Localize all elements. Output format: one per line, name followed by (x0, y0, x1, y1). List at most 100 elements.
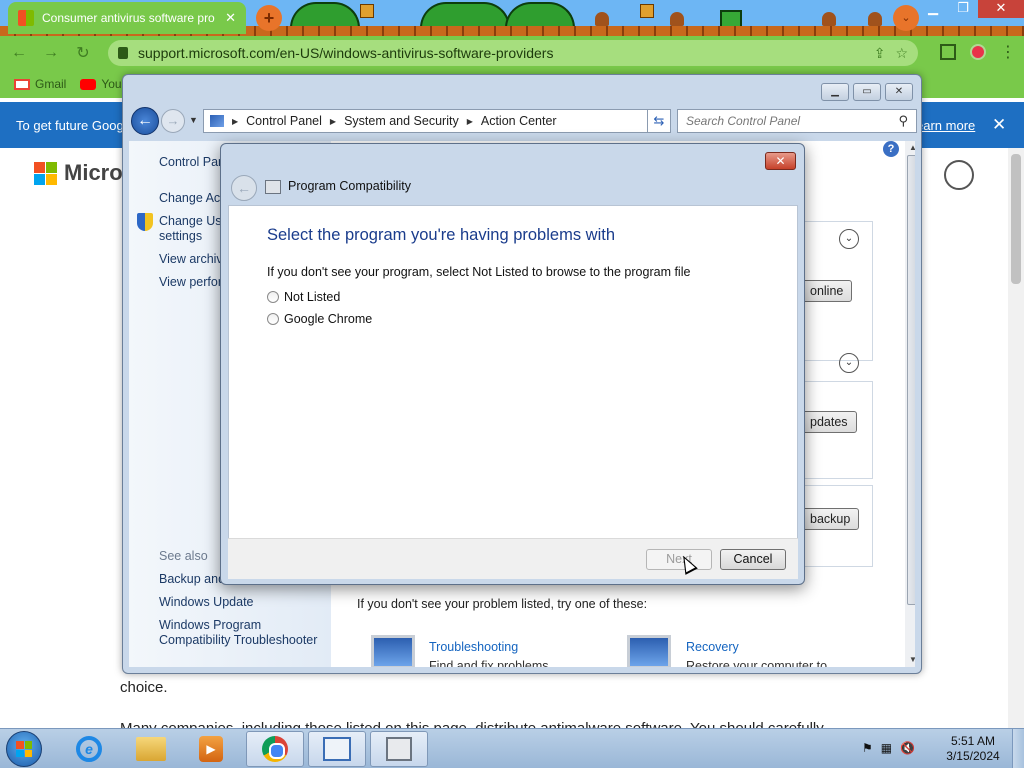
profile-avatar-icon[interactable] (970, 44, 986, 60)
taskbar-control-panel[interactable] (308, 731, 366, 767)
page-text: choice. (120, 679, 168, 696)
cp-close-icon[interactable]: ✕ (885, 83, 913, 101)
see-also-compat-troubleshooter[interactable]: Windows Program Compatibility Troublesho… (159, 618, 324, 648)
back-arrow-icon[interactable]: ← (8, 44, 30, 62)
volume-muted-icon[interactable]: 🔇 (900, 741, 915, 755)
program-compatibility-dialog: ✕ ← Program Compatibility Select the pro… (220, 143, 805, 585)
recovery-link[interactable]: Recovery (686, 640, 739, 654)
sidepanel-icon[interactable] (940, 44, 956, 60)
cp-address-bar[interactable]: ▶ Control Panel ▶ System and Security ▶ … (203, 109, 663, 133)
cp-scrollbar[interactable]: ▲ ▼ (905, 141, 915, 667)
media-player-icon: ▶ (199, 736, 223, 762)
show-desktop-button[interactable] (1012, 729, 1024, 768)
taskbar-chrome[interactable] (246, 731, 304, 767)
recent-pages-dropdown-icon[interactable]: ▼ (189, 115, 198, 125)
breadcrumb-action-center[interactable]: Action Center (481, 114, 557, 128)
cp-maximize-icon[interactable]: ▭ (853, 83, 881, 101)
cp-back-button[interactable]: ← (131, 107, 159, 135)
reload-icon[interactable]: ↻ (72, 43, 94, 63)
dialog-close-button[interactable]: ✕ (765, 152, 796, 170)
extension-icons: ⋮ (940, 42, 1016, 62)
clock[interactable]: 5:51 AM 3/15/2024 (940, 734, 1006, 764)
cp-refresh-icon[interactable]: ⇆ (647, 109, 671, 133)
taskbar-program-compatibility[interactable] (370, 731, 428, 767)
breadcrumb-arrow-icon[interactable]: ▶ (330, 117, 336, 126)
chevron-down-icon[interactable]: ⌄ (839, 353, 859, 373)
system-tray: ⚑ ▦ 🔇 (862, 741, 915, 755)
breadcrumb-arrow-icon[interactable]: ▶ (232, 117, 238, 126)
option-google-chrome[interactable]: Google Chrome (267, 312, 372, 326)
sidebar-item-view-archived[interactable]: View archiv (159, 252, 223, 266)
cp-search-placeholder: Search Control Panel (686, 114, 801, 128)
sidebar-item-view-performance[interactable]: View perfor (159, 275, 222, 289)
cp-navbar: ← → ▼ ▶ Control Panel ▶ System and Secur… (129, 105, 917, 137)
breadcrumb-arrow-icon[interactable]: ▶ (467, 117, 473, 126)
tab-search-button[interactable]: ⌄ (893, 5, 919, 31)
help-icon[interactable]: ? (883, 141, 899, 157)
close-icon[interactable]: ✕ (978, 0, 1024, 18)
radio-google-chrome[interactable] (267, 313, 279, 325)
browser-tab-strip: Consumer antivirus software pro ✕ + ⌄ ▁ … (0, 0, 1024, 36)
restore-icon[interactable]: ❐ (948, 0, 978, 18)
set-up-backup-button[interactable]: backup (801, 508, 860, 530)
sidebar-home-link[interactable]: Control Pan (159, 155, 225, 169)
bookmark-star-icon[interactable]: ☆ (895, 45, 908, 62)
radio-not-listed[interactable] (267, 291, 279, 303)
troubleshooting-link[interactable]: Troubleshooting (429, 640, 518, 654)
taskbar-internet-explorer[interactable]: e (60, 731, 118, 767)
new-tab-button[interactable]: + (256, 5, 282, 31)
bookmark-gmail[interactable]: Gmail (14, 77, 66, 91)
install-updates-button[interactable]: pdates (801, 411, 857, 433)
mario-hill-decoration (505, 2, 575, 28)
dialog-heading: Select the program you're having problem… (267, 226, 615, 244)
option-label: Google Chrome (284, 312, 373, 326)
microsoft-logo-icon[interactable] (34, 162, 57, 185)
option-not-listed[interactable]: Not Listed (267, 290, 340, 304)
dialog-back-button[interactable]: ← (231, 175, 257, 201)
scroll-up-icon[interactable]: ▲ (909, 143, 915, 152)
tab-close-icon[interactable]: ✕ (225, 10, 236, 26)
account-icon[interactable] (944, 160, 974, 190)
scroll-down-icon[interactable]: ▼ (909, 655, 915, 664)
check-online-button[interactable]: online (801, 280, 853, 302)
page-scroll-thumb[interactable] (1011, 154, 1021, 284)
network-icon[interactable]: ▦ (881, 741, 892, 755)
sidebar-item-change-action[interactable]: Change Act (159, 191, 224, 205)
browser-window-controls: ▁ ❐ ✕ (918, 0, 1024, 18)
sidebar-item-change-uac[interactable]: Change Use settings (159, 214, 229, 244)
learn-more-link[interactable]: earn more (916, 118, 975, 133)
page-scrollbar[interactable] (1008, 148, 1024, 728)
search-icon[interactable]: ⚲ (898, 113, 908, 129)
taskbar-media-player[interactable]: ▶ (182, 731, 240, 767)
start-button[interactable] (6, 731, 42, 767)
kebab-menu-icon[interactable]: ⋮ (1000, 42, 1016, 62)
info-banner-text: To get future Goog (16, 118, 124, 133)
browser-tab[interactable]: Consumer antivirus software pro ✕ (8, 2, 246, 34)
forward-arrow-icon[interactable]: → (40, 44, 62, 62)
dialog-footer: Next Cancel (228, 538, 798, 579)
bookmark-label: Gmail (35, 77, 67, 91)
troubleshooting-icon[interactable] (371, 635, 415, 667)
dialog-content: Select the program you're having problem… (228, 205, 798, 538)
cp-search-input[interactable]: Search Control Panel ⚲ (677, 109, 917, 133)
see-also-backup[interactable]: Backup and (159, 572, 225, 586)
action-center-flag-icon[interactable]: ⚑ (862, 741, 873, 755)
recovery-icon[interactable] (627, 635, 671, 667)
control-panel-icon (323, 737, 351, 761)
cp-titlebar[interactable]: ▁ ▭ ✕ (123, 75, 921, 105)
cp-scroll-thumb[interactable] (907, 155, 915, 605)
taskbar-windows-explorer[interactable] (122, 731, 180, 767)
cp-minimize-icon[interactable]: ▁ (821, 83, 849, 101)
address-bar[interactable]: support.microsoft.com/en-US/windows-anti… (108, 40, 918, 66)
uac-shield-icon (137, 213, 153, 231)
breadcrumb-system-security[interactable]: System and Security (344, 114, 459, 128)
breadcrumb-control-panel[interactable]: Control Panel (246, 114, 322, 128)
microsoft-favicon-icon (18, 10, 34, 26)
chevron-down-icon[interactable]: ⌄ (839, 229, 859, 249)
cp-forward-button[interactable]: → (161, 109, 185, 133)
see-also-windows-update[interactable]: Windows Update (159, 595, 254, 609)
cancel-button[interactable]: Cancel (720, 549, 786, 570)
minimize-icon[interactable]: ▁ (918, 0, 948, 18)
share-icon[interactable]: ⇪ (874, 45, 886, 62)
banner-close-icon[interactable]: ✕ (992, 115, 1006, 135)
